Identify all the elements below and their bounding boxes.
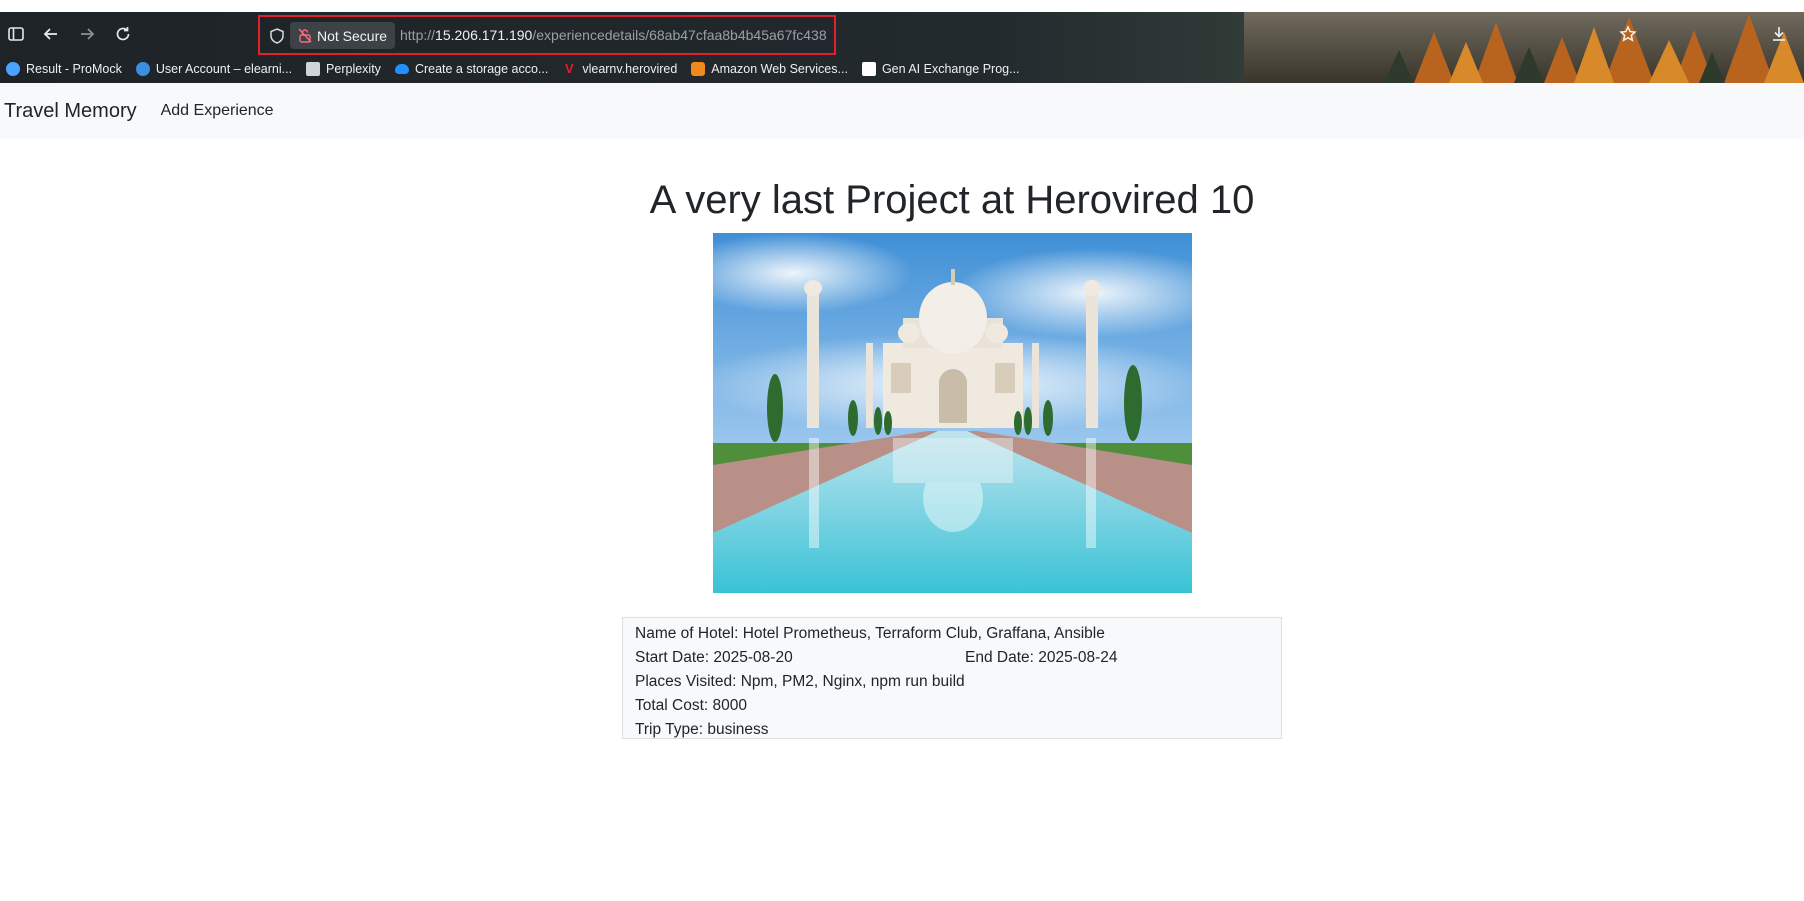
places-label: Places Visited: xyxy=(635,673,741,690)
brand-link[interactable]: Travel Memory xyxy=(4,100,137,123)
end-date-label: End Date: xyxy=(965,649,1039,666)
forward-arrow-icon[interactable] xyxy=(74,21,100,47)
trip-type-label: Trip Type: xyxy=(635,721,708,738)
url-path: /experiencedetails/68ab47cfaa8b4b45a67fc… xyxy=(532,27,827,43)
genai-icon xyxy=(861,62,876,76)
end-date: End Date: 2025-08-24 xyxy=(965,646,1118,670)
azure-cloud-icon xyxy=(394,64,409,74)
herovired-icon: V xyxy=(565,61,574,76)
url-scheme: http:// xyxy=(400,27,436,43)
experience-details-card: Name of Hotel: Hotel Prometheus, Terrafo… xyxy=(622,617,1282,739)
url-text[interactable]: http://15.206.171.190/experiencedetails/… xyxy=(400,27,827,43)
shield-icon[interactable] xyxy=(268,27,286,45)
experience-title: A very last Project at Herovired 10 xyxy=(649,178,1255,222)
back-arrow-icon[interactable] xyxy=(38,21,64,47)
hotel-label: Name of Hotel: xyxy=(635,625,743,642)
trip-type-value: business xyxy=(707,721,769,738)
address-bar[interactable]: Not Secure http://15.206.171.190/experie… xyxy=(258,15,836,55)
start-date: Start Date: 2025-08-20 xyxy=(635,646,965,670)
elearning-icon xyxy=(135,62,150,76)
perplexity-icon xyxy=(306,62,321,76)
not-secure-badge[interactable]: Not Secure xyxy=(290,22,396,49)
add-experience-link[interactable]: Add Experience xyxy=(161,102,274,120)
bookmark-elearning[interactable]: User Account – elearni... xyxy=(130,58,300,80)
sidebar-toggle-icon[interactable] xyxy=(3,21,29,47)
bookmark-promock[interactable]: Result - ProMock xyxy=(0,58,130,80)
bookmark-label: Amazon Web Services... xyxy=(711,62,848,76)
cost-label: Total Cost: xyxy=(635,697,713,714)
bookmarks-bar: Result - ProMock User Account – elearni.… xyxy=(0,58,1804,80)
places-row: Places Visited: Npm, PM2, Nginx, npm run… xyxy=(635,670,1269,694)
downloads-icon[interactable] xyxy=(1766,21,1792,47)
aws-icon xyxy=(691,62,706,76)
reload-icon[interactable] xyxy=(110,21,136,47)
bookmark-genai-exchange[interactable]: Gen AI Exchange Prog... xyxy=(856,58,1028,80)
url-host: 15.206.171.190 xyxy=(435,27,533,43)
trip-type-row: Trip Type: business xyxy=(635,718,1269,742)
cost-row: Total Cost: 8000 xyxy=(635,694,1269,718)
bookmark-star-icon[interactable] xyxy=(1615,21,1641,47)
bookmark-perplexity[interactable]: Perplexity xyxy=(300,58,389,80)
bookmark-label: Create a storage acco... xyxy=(414,62,549,76)
window-top-strip xyxy=(0,0,1804,12)
bookmark-label: Gen AI Exchange Prog... xyxy=(881,62,1020,76)
browser-chrome: Not Secure http://15.206.171.190/experie… xyxy=(0,0,1804,83)
browser-toolbar: Not Secure http://15.206.171.190/experie… xyxy=(0,12,1804,56)
bookmark-label: Result - ProMock xyxy=(26,62,122,76)
bookmark-herovired[interactable]: V vlearnv.herovired xyxy=(556,58,685,80)
promock-icon xyxy=(6,62,20,76)
dates-row: Start Date: 2025-08-20 End Date: 2025-08… xyxy=(635,646,1269,670)
bookmark-label: vlearnv.herovired xyxy=(582,62,678,76)
experience-photo xyxy=(713,233,1192,593)
hotel-value: Hotel Prometheus, Terraform Club, Graffa… xyxy=(742,625,1105,642)
start-date-value: 2025-08-20 xyxy=(713,649,793,666)
cost-value: 8000 xyxy=(712,697,748,714)
bookmark-label: Perplexity xyxy=(326,62,381,76)
start-date-label: Start Date: xyxy=(635,649,714,666)
places-value: Npm, PM2, Nginx, npm run build xyxy=(740,673,965,690)
bookmark-label: User Account – elearni... xyxy=(155,62,293,76)
bookmark-aws[interactable]: Amazon Web Services... xyxy=(685,58,856,80)
app-navbar: Travel Memory Add Experience xyxy=(0,83,1804,139)
bookmark-azure-storage[interactable]: Create a storage acco... xyxy=(389,58,556,80)
hotel-row: Name of Hotel: Hotel Prometheus, Terrafo… xyxy=(635,622,1269,646)
unlocked-lock-icon xyxy=(298,28,312,43)
not-secure-label: Not Secure xyxy=(317,27,388,44)
end-date-value: 2025-08-24 xyxy=(1038,649,1118,666)
